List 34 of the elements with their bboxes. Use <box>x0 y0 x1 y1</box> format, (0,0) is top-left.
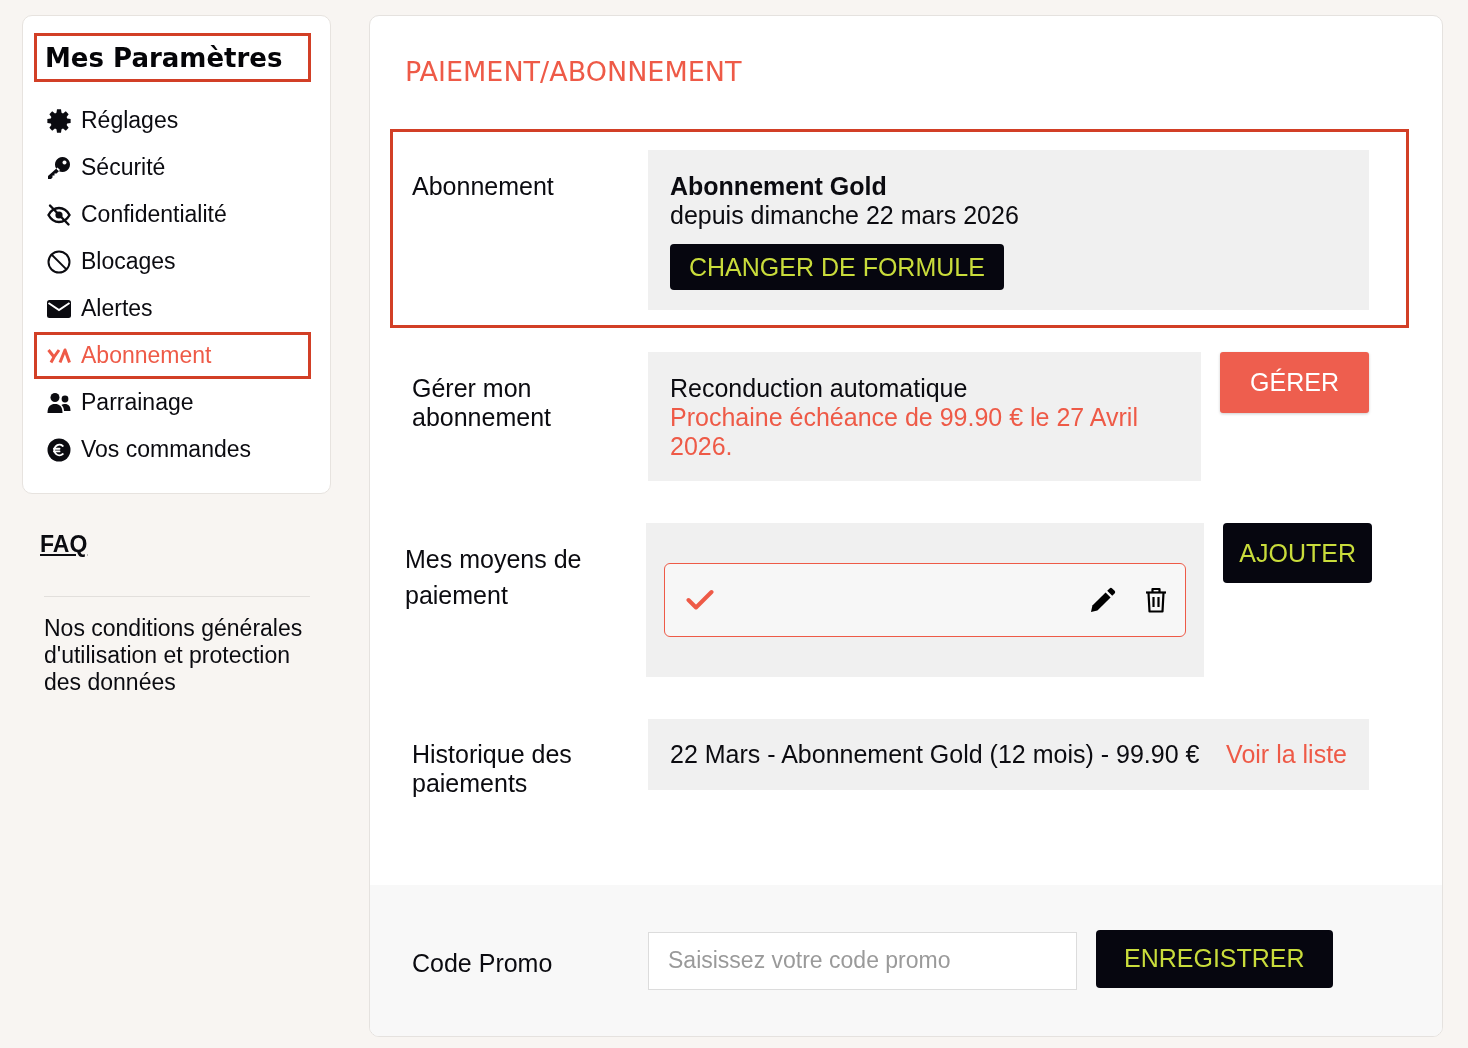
sidebar-item[interactable]: Blocages <box>34 238 311 285</box>
sidebar-title: Mes Paramètres <box>34 33 311 82</box>
sidebar-item[interactable]: Confidentialité <box>34 191 311 238</box>
sidebar-item[interactable]: Sécurité <box>34 144 311 191</box>
check-icon <box>686 589 714 611</box>
row-label: Mes moyens de paiement <box>405 544 583 611</box>
terms-link[interactable]: Nos conditions générales d'utilisation et protection des données <box>44 615 316 696</box>
row-label: Historique des paiements <box>412 739 573 798</box>
plan-name: Abonnement Gold <box>670 172 888 201</box>
page-title: PAIEMENT/ABONNEMENT <box>405 56 743 88</box>
row-label: Abonnement <box>412 171 555 201</box>
promo-label: Code Promo <box>412 948 554 978</box>
pencil-icon[interactable] <box>1090 587 1117 613</box>
add-button[interactable]: AJOUTER <box>1223 523 1372 583</box>
sidebar-item[interactable]: Réglages <box>34 97 311 144</box>
users-icon <box>47 390 71 415</box>
row-label: Gérer mon abonnement <box>412 373 552 432</box>
faq-link[interactable]: FAQ <box>40 531 88 557</box>
sidebar-item[interactable]: Parrainage <box>34 379 311 426</box>
euro-coin-icon <box>47 437 71 462</box>
sidebar-item[interactable]: Vos commandes <box>34 426 311 473</box>
plan-since: depuis dimanche 22 mars 2026 <box>670 201 1020 230</box>
next-due-text: Prochaine échéance de 99.90 € le 27 Avril 2026. <box>670 403 1139 461</box>
trash-icon[interactable] <box>1145 587 1168 613</box>
change-plan-button[interactable]: CHANGER DE FORMULE <box>670 244 1004 290</box>
key-icon <box>47 155 71 180</box>
sidebar-item[interactable]: Alertes <box>34 285 311 332</box>
gear-icon <box>47 108 71 133</box>
promo-code-field[interactable]: Saisissez votre code promo <box>648 931 1077 990</box>
history-entry: 22 Mars - Abonnement Gold (12 mois) - 99.90 € <box>670 740 1200 769</box>
save-button[interactable]: ENREGISTRER <box>1096 929 1333 988</box>
ban-icon <box>47 249 71 274</box>
renewal-text: Reconduction automatique <box>670 374 969 403</box>
eye-slash-icon <box>47 202 71 227</box>
